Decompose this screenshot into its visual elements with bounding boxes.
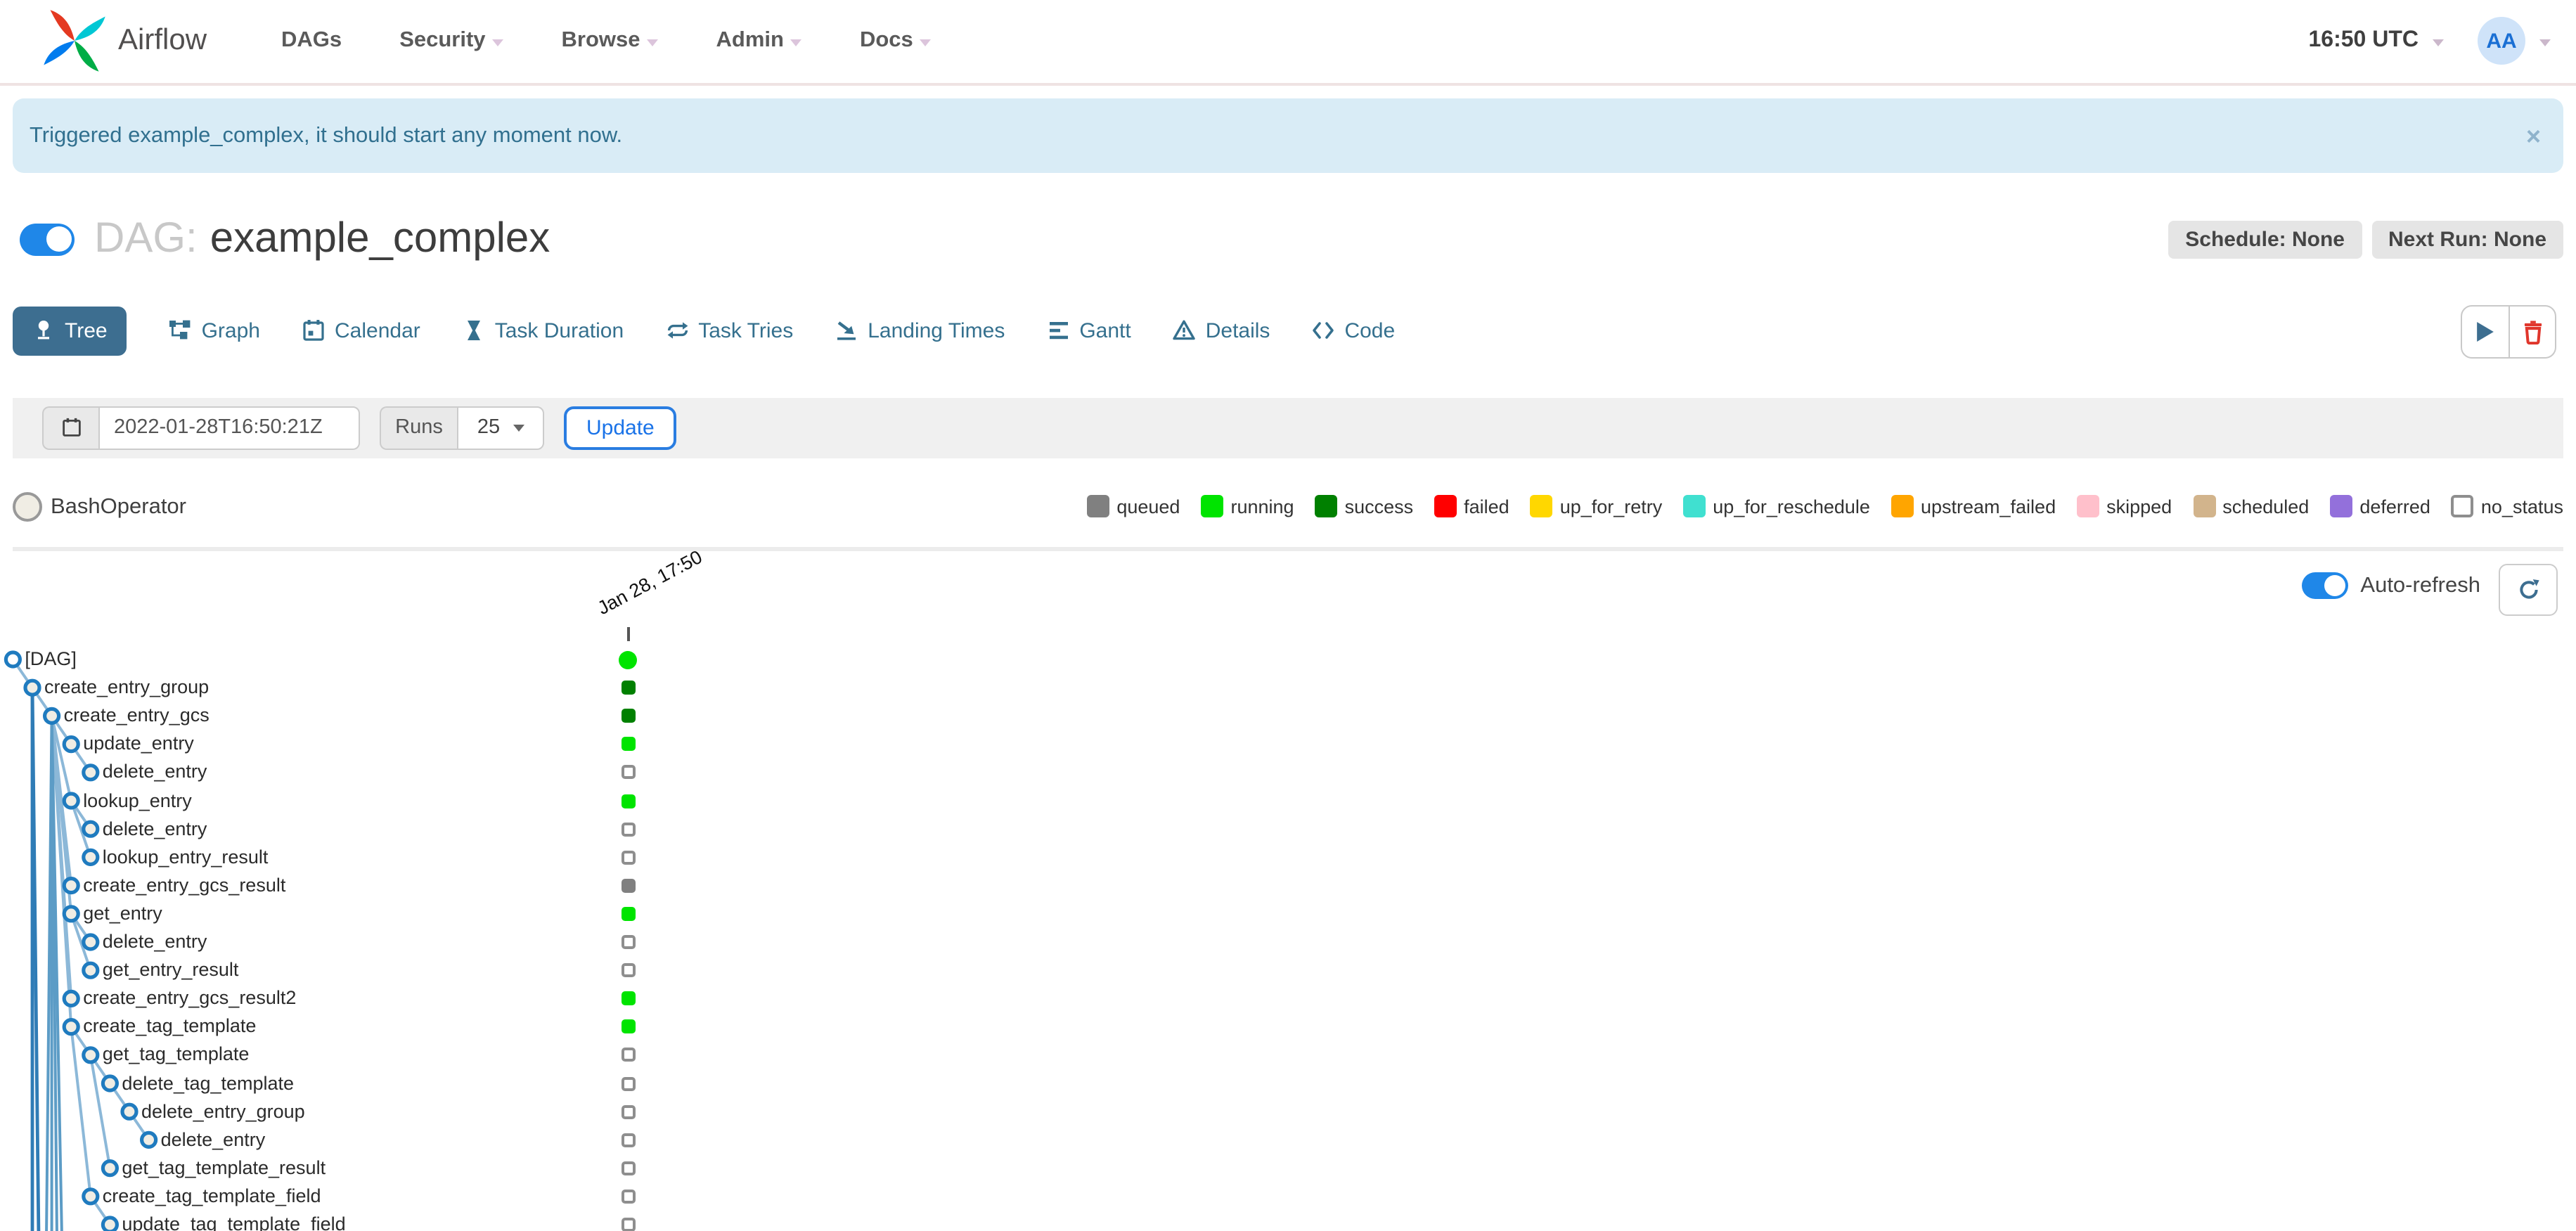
task-status-square[interactable]	[621, 1133, 635, 1147]
task-node[interactable]	[4, 650, 22, 669]
task-node[interactable]	[82, 820, 100, 838]
task-node[interactable]	[101, 1159, 119, 1178]
task-label[interactable]: create_entry_gcs	[64, 704, 210, 726]
task-label[interactable]: lookup_entry	[83, 789, 192, 811]
task-status-square[interactable]	[621, 991, 635, 1006]
task-label[interactable]: lookup_entry_result	[103, 846, 269, 867]
task-status-square[interactable]	[621, 1019, 635, 1034]
task-label[interactable]: delete_entry	[161, 1128, 266, 1149]
task-node[interactable]	[140, 1130, 158, 1149]
task-label[interactable]: delete_entry	[103, 818, 207, 839]
task-status-square[interactable]	[621, 935, 635, 949]
task-label[interactable]: update_tag_template_field	[122, 1213, 345, 1231]
tree-graph	[4, 650, 158, 1231]
task-status-square[interactable]	[621, 822, 635, 837]
task-status-square[interactable]	[621, 1161, 635, 1175]
task-node[interactable]	[82, 848, 100, 867]
task-label[interactable]: get_tag_template_result	[122, 1157, 326, 1178]
task-status-square[interactable]	[621, 850, 635, 865]
task-status-square[interactable]	[621, 963, 635, 978]
task-node[interactable]	[62, 1017, 80, 1036]
task-node[interactable]	[82, 933, 100, 951]
task-node[interactable]	[101, 1216, 119, 1231]
task-label[interactable]: delete_tag_template	[122, 1072, 294, 1093]
task-label[interactable]: create_tag_template	[83, 1016, 256, 1037]
task-node[interactable]	[62, 876, 80, 895]
task-status-square[interactable]	[621, 709, 635, 723]
task-node[interactable]	[23, 678, 41, 697]
task-status-square[interactable]	[621, 878, 635, 893]
task-node[interactable]	[82, 763, 100, 782]
task-node[interactable]	[62, 735, 80, 754]
tree-long-edges	[30, 688, 41, 1231]
task-label[interactable]: delete_entry	[103, 761, 207, 782]
task-status-square[interactable]	[621, 1104, 635, 1119]
task-status-square[interactable]	[621, 765, 635, 780]
task-label[interactable]: get_entry_result	[103, 959, 239, 980]
task-label[interactable]: create_tag_template_field	[103, 1185, 321, 1206]
task-label[interactable]: delete_entry	[103, 931, 207, 952]
task-node[interactable]	[62, 792, 80, 810]
task-node[interactable]	[62, 905, 80, 923]
task-node[interactable]	[82, 961, 100, 979]
task-status-square[interactable]	[621, 906, 635, 921]
dag-run-status-dot[interactable]	[619, 650, 637, 669]
task-node[interactable]	[62, 989, 80, 1008]
task-status-square[interactable]	[621, 737, 635, 752]
task-label[interactable]: create_entry_gcs_result2	[83, 987, 296, 1008]
task-node[interactable]	[101, 1074, 119, 1093]
airflow-tree-page: Airflow DAGs Security Browse Admin Docs	[0, 0, 2576, 1231]
task-label[interactable]: [DAG]	[25, 648, 77, 669]
task-label[interactable]: get_tag_template	[103, 1044, 250, 1065]
task-status-square[interactable]	[621, 1048, 635, 1062]
task-label[interactable]: delete_entry_group	[141, 1100, 305, 1121]
task-node[interactable]	[42, 707, 61, 726]
task-label[interactable]: get_entry	[83, 903, 162, 924]
task-node[interactable]	[82, 1187, 100, 1206]
task-status-square[interactable]	[621, 1218, 635, 1231]
task-label[interactable]: create_entry_gcs_result	[83, 875, 285, 896]
task-node[interactable]	[82, 1046, 100, 1064]
task-node[interactable]	[120, 1102, 139, 1121]
task-label[interactable]: update_entry	[83, 733, 194, 754]
task-status-square[interactable]	[621, 681, 635, 695]
task-label[interactable]: create_entry_group	[44, 676, 209, 697]
task-status-square[interactable]	[621, 1076, 635, 1090]
task-status-square[interactable]	[621, 794, 635, 808]
task-status-square[interactable]	[621, 1189, 635, 1204]
